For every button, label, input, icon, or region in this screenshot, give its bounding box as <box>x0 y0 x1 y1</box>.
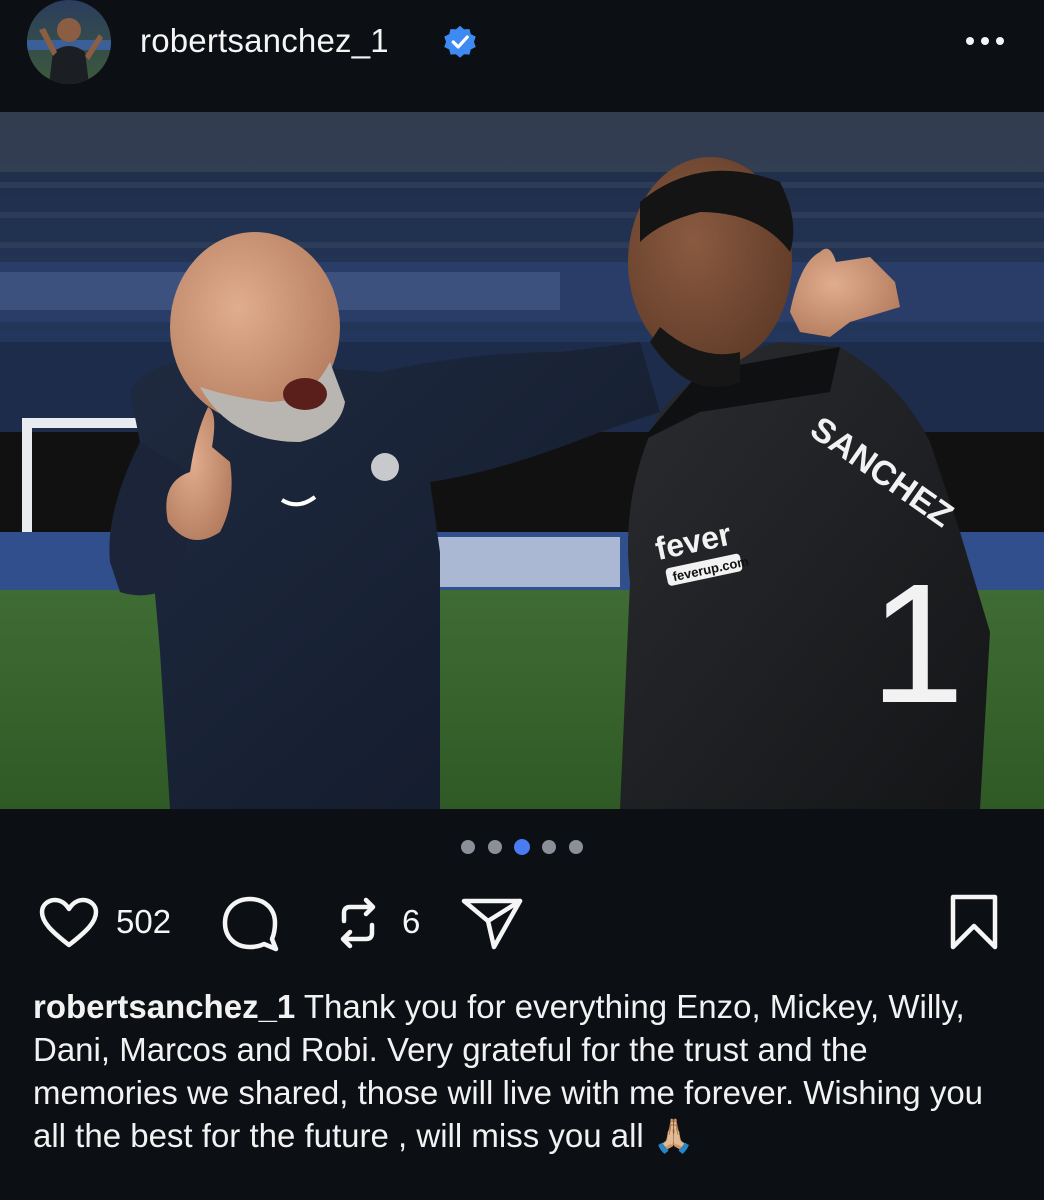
like-count[interactable]: 502 <box>116 903 171 941</box>
carousel-dot <box>542 839 557 854</box>
bookmark-icon[interactable] <box>948 893 1000 951</box>
comment-icon[interactable] <box>220 895 280 953</box>
caption-emoji: 🙏🏼 <box>652 1117 695 1154</box>
post-header: robertsanchez_1 <box>0 0 1044 112</box>
share-icon[interactable] <box>460 895 524 953</box>
avatar[interactable] <box>27 0 111 84</box>
caption-username[interactable]: robertsanchez_1 <box>33 988 295 1025</box>
carousel-dot-active <box>514 838 530 855</box>
carousel-dot <box>461 839 476 854</box>
verified-badge-icon <box>444 25 476 58</box>
carousel-dot <box>487 839 502 854</box>
action-bar: 502 6 <box>0 885 1044 955</box>
repost-count[interactable]: 6 <box>402 903 420 941</box>
carousel-indicator <box>0 838 1044 858</box>
heart-icon[interactable] <box>37 897 101 949</box>
more-options-icon[interactable] <box>962 26 1008 56</box>
shirt-number: 1 <box>870 549 965 739</box>
carousel-dot <box>568 839 583 854</box>
post-caption: robertsanchez_1 Thank you for everything… <box>33 985 1018 1157</box>
post-username[interactable]: robertsanchez_1 <box>140 22 389 60</box>
post-photo[interactable]: SANCHEZ 1 fever feverup.com <box>0 112 1044 809</box>
repost-icon[interactable] <box>330 895 386 951</box>
